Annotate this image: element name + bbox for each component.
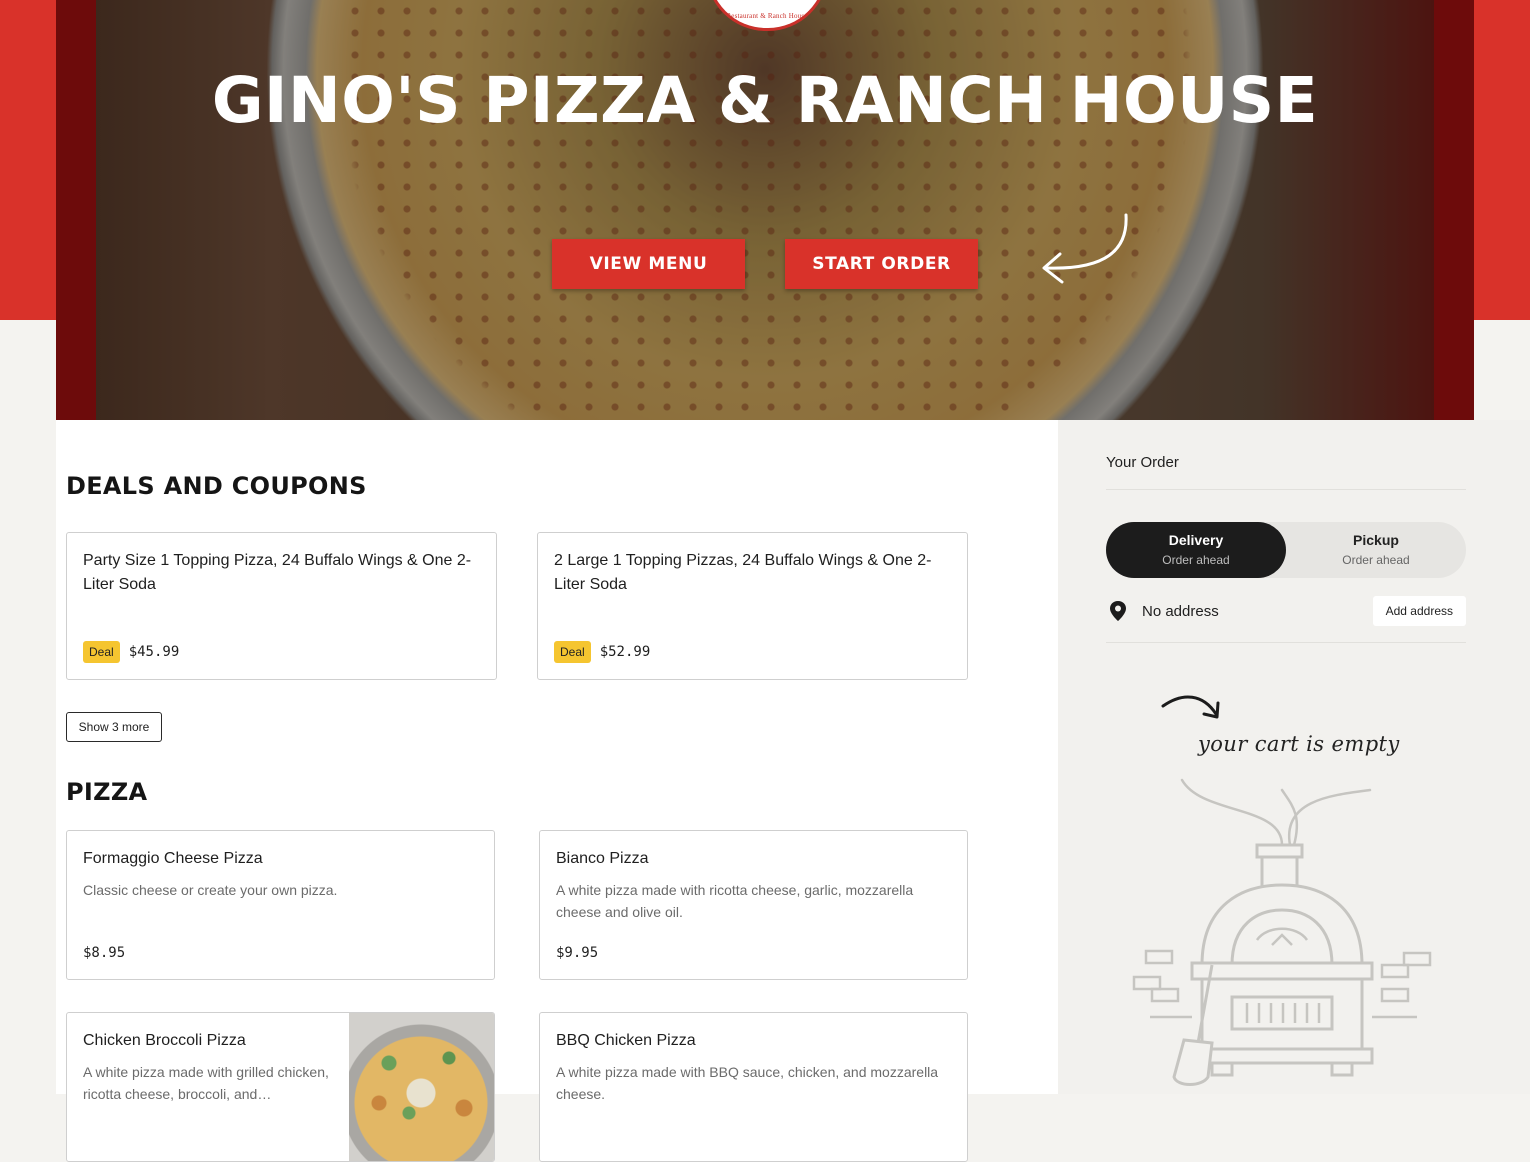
deal-price: $45.99 — [128, 644, 180, 660]
fulfillment-toggle: Delivery Order ahead Pickup Order ahead — [1106, 522, 1466, 578]
deal-badge: Deal — [554, 641, 591, 663]
menu-item-description: A white pizza made with ricotta cheese, … — [556, 882, 914, 920]
menu-item-image — [349, 1013, 494, 1161]
menu-item-description: Classic cheese or create your own pizza. — [83, 882, 338, 898]
menu-item-card[interactable]: Bianco Pizza A white pizza made with ric… — [539, 830, 968, 980]
empty-cart-text: your cart is empty — [1198, 732, 1400, 756]
delivery-option[interactable]: Delivery Order ahead — [1106, 522, 1286, 578]
deal-price: $52.99 — [599, 644, 651, 660]
deal-name: 2 Large 1 Topping Pizzas, 24 Buffalo Win… — [554, 552, 932, 593]
show-more-deals-button[interactable]: Show 3 more — [66, 712, 162, 742]
location-pin-icon — [1110, 601, 1126, 621]
deal-badge: Deal — [83, 641, 120, 663]
menu-item-card[interactable]: Formaggio Cheese Pizza Classic cheese or… — [66, 830, 495, 980]
menu-item-description: A white pizza made with BBQ sauce, chick… — [556, 1064, 939, 1102]
view-menu-button[interactable]: VIEW MENU — [552, 239, 745, 289]
menu-item-description: A white pizza made with grilled chicken,… — [83, 1064, 329, 1102]
menu-content: DEALS AND COUPONS Party Size 1 Topping P… — [56, 420, 1058, 1162]
divider — [1106, 489, 1466, 490]
menu-item-card[interactable]: Chicken Broccoli Pizza A white pizza mad… — [66, 1012, 495, 1162]
menu-item-name: Formaggio Cheese Pizza — [83, 850, 263, 867]
start-order-button[interactable]: START ORDER — [785, 239, 978, 289]
logo-text: Restaurant & Ranch House — [726, 12, 808, 20]
menu-item-price: $8.95 — [83, 945, 126, 961]
pickup-label: Pickup — [1353, 532, 1399, 548]
pizza-section-title: PIZZA — [66, 778, 148, 806]
curved-arrow-icon — [1042, 213, 1128, 284]
pizza-oven-illustration — [1132, 778, 1432, 1086]
address-row: No address Add address — [1106, 596, 1466, 626]
menu-item-card[interactable]: BBQ Chicken Pizza A white pizza made wit… — [539, 1012, 968, 1162]
menu-item-name: Bianco Pizza — [556, 850, 649, 867]
add-address-button[interactable]: Add address — [1372, 596, 1466, 626]
deal-name: Party Size 1 Topping Pizza, 24 Buffalo W… — [83, 552, 472, 593]
your-order-title: Your Order — [1106, 454, 1179, 471]
deal-card[interactable]: 2 Large 1 Topping Pizzas, 24 Buffalo Win… — [537, 532, 968, 680]
deals-section-title: DEALS AND COUPONS — [66, 472, 367, 500]
menu-item-name: Chicken Broccoli Pizza — [83, 1032, 246, 1049]
curved-arrow-icon — [1161, 695, 1220, 719]
menu-item-name: BBQ Chicken Pizza — [556, 1032, 696, 1049]
menu-item-price: $9.95 — [556, 945, 599, 961]
delivery-label: Delivery — [1168, 532, 1224, 548]
deal-card[interactable]: Party Size 1 Topping Pizza, 24 Buffalo W… — [66, 532, 497, 680]
hero-banner: Restaurant & Ranch House GINO'S PIZZA & … — [56, 0, 1474, 420]
pickup-option[interactable]: Pickup Order ahead — [1286, 522, 1466, 578]
restaurant-name: GINO'S PIZZA & RANCH HOUSE — [211, 64, 1319, 137]
delivery-sublabel: Order ahead — [1162, 553, 1230, 567]
pickup-sublabel: Order ahead — [1342, 553, 1410, 567]
divider — [1106, 642, 1466, 643]
order-sidebar: Your Order Delivery Order ahead Pickup O… — [1058, 420, 1530, 1094]
address-text: No address — [1142, 603, 1219, 620]
